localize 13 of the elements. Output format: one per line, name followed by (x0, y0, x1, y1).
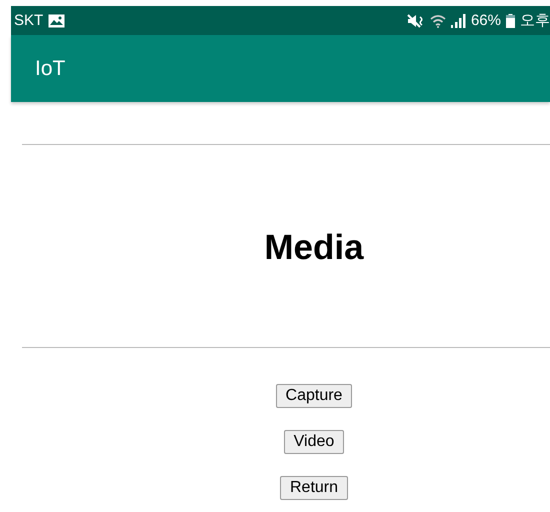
signal-icon (450, 14, 466, 28)
action-button[interactable]: Return (280, 476, 348, 500)
image-icon (48, 14, 66, 28)
wifi-icon (430, 14, 446, 28)
action-button[interactable]: Capture (276, 384, 352, 408)
app-title: IoT (35, 56, 66, 80)
battery-percentage: 66% (470, 12, 501, 29)
carrier-name: SKT (14, 12, 44, 29)
status-time: 오후 (520, 11, 550, 30)
mute-icon (406, 14, 425, 28)
page-heading: Media (263, 227, 365, 269)
battery-icon (506, 14, 515, 28)
action-button[interactable]: Video (284, 430, 344, 454)
